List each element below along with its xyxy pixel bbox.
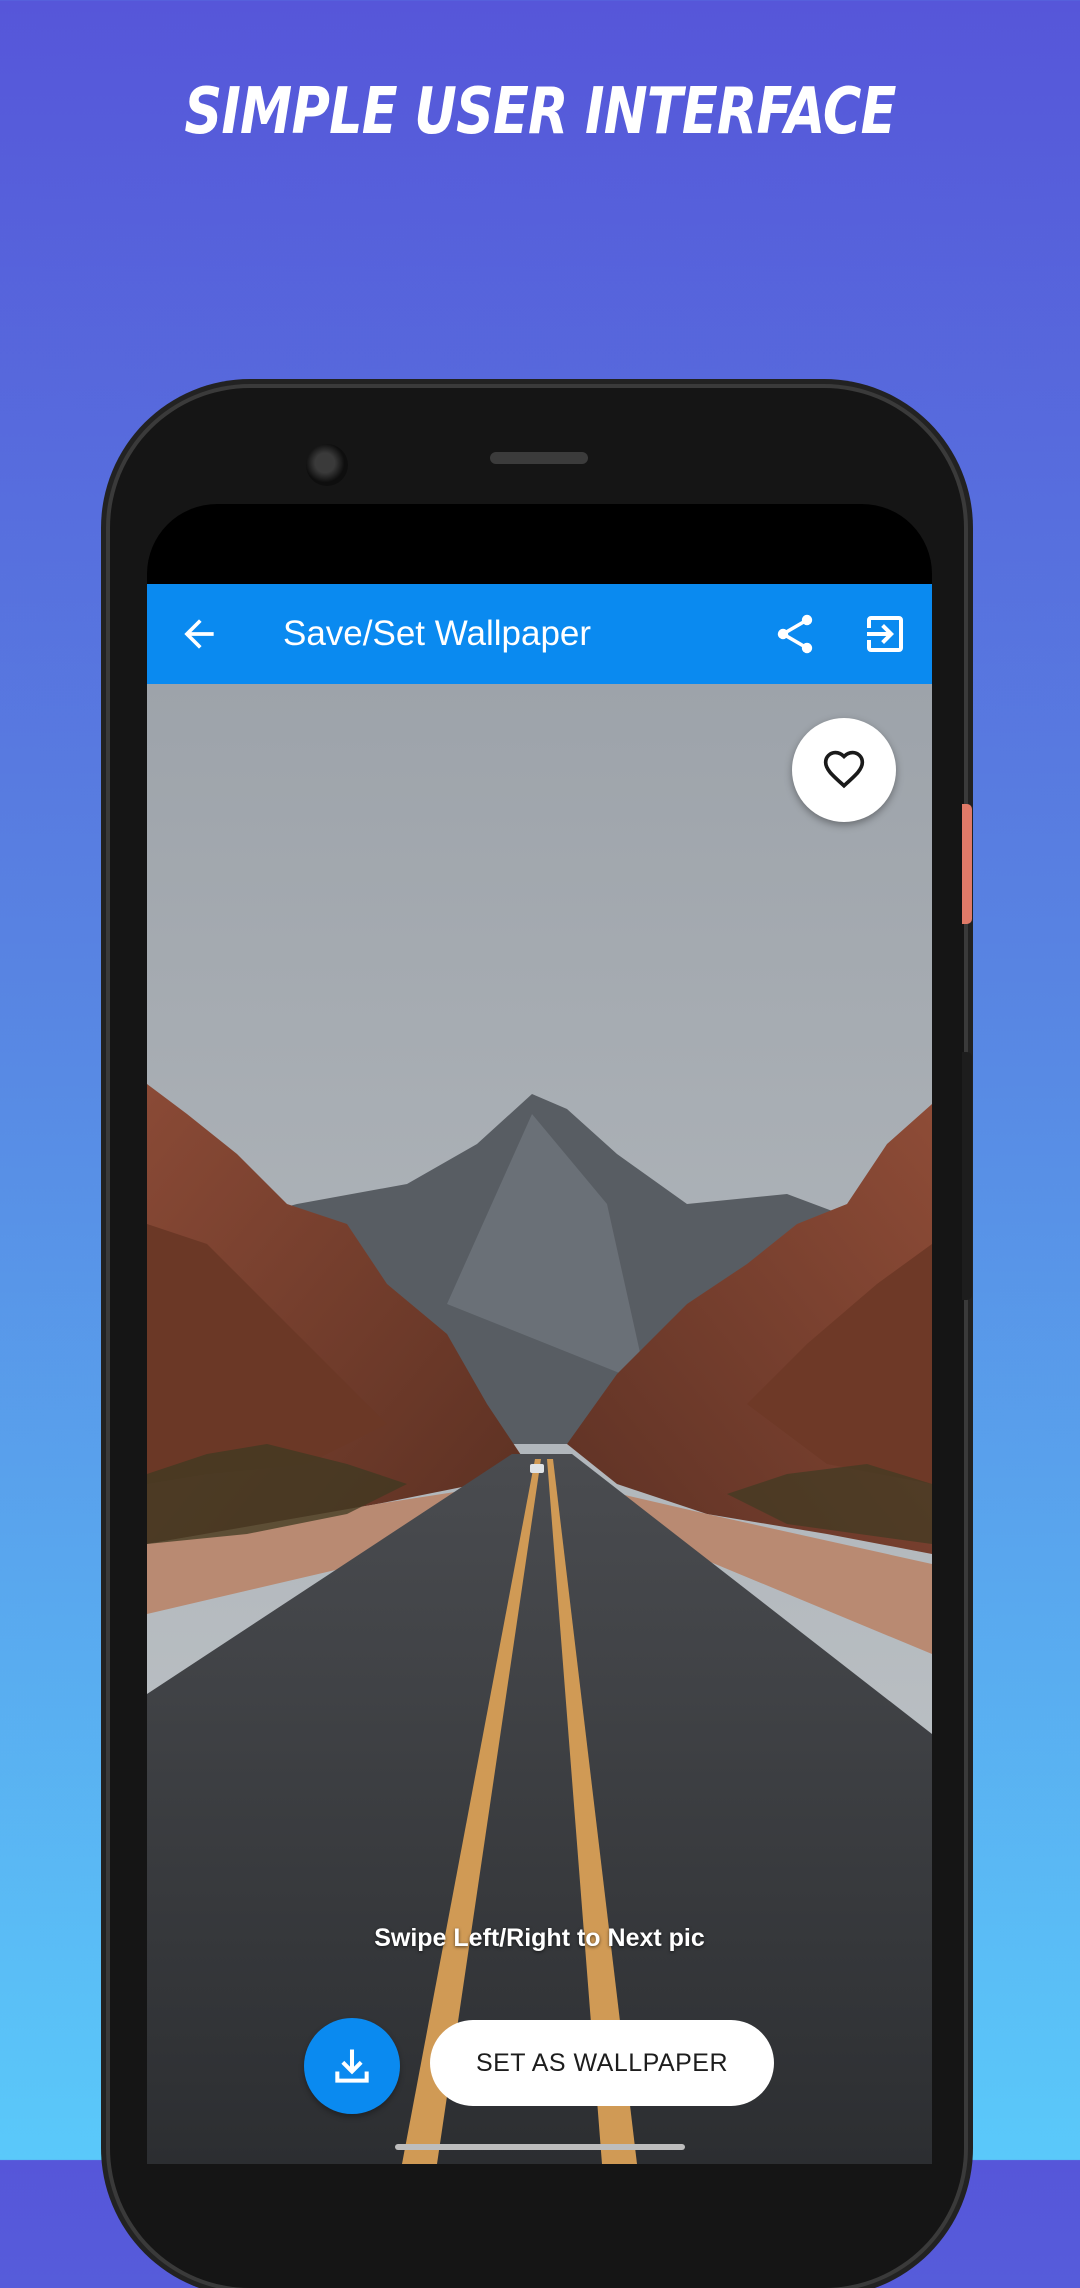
phone-volume-button xyxy=(962,1052,972,1300)
phone-screen: Save/Set Wallpaper Swipe Left/Right to N… xyxy=(147,504,932,2164)
app-bar: Save/Set Wallpaper xyxy=(147,584,932,684)
phone-speaker xyxy=(490,452,588,464)
promo-title: Simple User Interface xyxy=(184,75,896,149)
arrow-left-icon[interactable] xyxy=(177,612,221,656)
exit-to-app-icon[interactable] xyxy=(861,610,909,658)
swipe-hint: Swipe Left/Right to Next pic xyxy=(374,1924,705,1952)
home-indicator[interactable] xyxy=(395,2144,685,2150)
phone-camera xyxy=(306,444,348,486)
page-title: Save/Set Wallpaper xyxy=(283,614,592,653)
heart-outline-icon xyxy=(823,750,865,789)
download-button[interactable] xyxy=(304,2018,400,2114)
download-icon xyxy=(335,2049,369,2083)
phone-power-button xyxy=(962,804,972,924)
set-as-wallpaper-button[interactable]: SET AS WALLPAPER xyxy=(430,2020,774,2106)
favorite-button[interactable] xyxy=(792,718,896,822)
share-icon[interactable] xyxy=(771,610,819,658)
